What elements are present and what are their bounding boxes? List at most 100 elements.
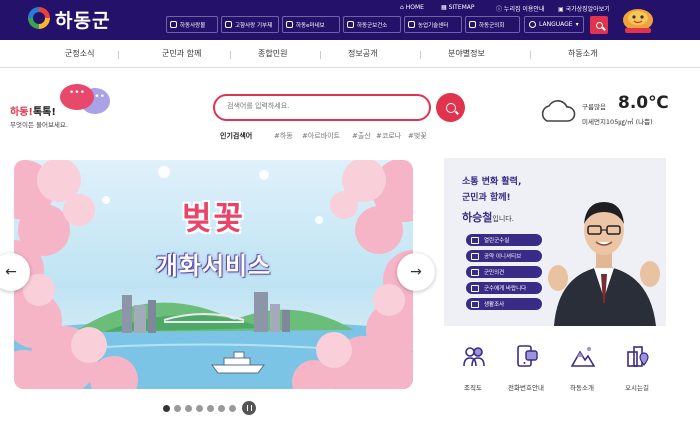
sitemap-link-label: SITEMAP (448, 4, 475, 11)
language-label: LANGUAGE (539, 21, 573, 28)
sitemap-link[interactable]: ▦ SITEMAP (441, 4, 475, 11)
site-logo-text[interactable]: 하동군 (55, 6, 110, 33)
site-header: 하동군 ⌂ HOME ▦ SITEMAP ⓘ 누리집 이용안내 ▣ 국가상징알아… (0, 0, 700, 40)
quick-agri-center-label: 농업기술센터 (418, 22, 449, 29)
banner-subtitle: 개화서비스 (155, 252, 272, 280)
quick-donation-label: 고향사랑 기부제 (235, 22, 273, 29)
banner-next-button[interactable]: → (397, 253, 435, 291)
guide-link[interactable]: ⓘ 누리집 이용안내 (496, 4, 544, 13)
pager-dot[interactable] (163, 404, 170, 412)
popular-keyword[interactable]: #아르바이트 (302, 131, 340, 141)
pager-dot[interactable] (174, 404, 181, 412)
temperature: 8.0℃ (618, 93, 669, 113)
quick-health-center-button[interactable]: 하동군보건소 (343, 16, 401, 33)
logo-icon[interactable] (28, 7, 50, 29)
pause-button[interactable] (242, 401, 256, 415)
nav-divider (420, 51, 421, 59)
nav-divider (118, 51, 119, 59)
location-icon (627, 346, 649, 367)
quick-agri-center-button[interactable]: 농업기술센터 (404, 16, 462, 33)
weather-condition: 구름많음 (582, 103, 606, 111)
chatbot-title-red: 하동! (10, 107, 33, 118)
leaf-icon (408, 21, 415, 28)
chatbot-title-dark: 톡톡! (32, 107, 56, 118)
nav-item-news[interactable]: 군정소식 (65, 48, 94, 59)
governor-slogan-line2: 군민과 함께! (462, 193, 511, 203)
mascot-icon (623, 9, 653, 33)
national-symbol-link[interactable]: ▣ 국가상징알아보기 (558, 4, 610, 13)
main-navigation: 군정소식 군민과 함께 종합민원 정보공개 분야별정보 하동소개 (0, 40, 700, 68)
popular-keyword[interactable]: #하동 (274, 131, 293, 141)
banner-title: 벚꽃 (182, 199, 245, 237)
quick-council-label: 하동군의회 (479, 22, 505, 29)
quick-org-chart[interactable]: 조직도 (448, 344, 498, 394)
pager-dot[interactable] (207, 404, 214, 412)
phone-directory-icon (517, 345, 538, 367)
governor-request-button[interactable]: 군수에게 바랍니다 (466, 282, 542, 294)
popular-keyword[interactable]: #출산 (352, 131, 371, 141)
globe-icon (529, 21, 536, 28)
council-icon (469, 21, 476, 28)
quick-directions-label: 오시는길 (625, 384, 649, 392)
governor-name-suffix: 입니다. (492, 215, 514, 223)
governor-slogan-line1: 소통 변화 활력, (462, 177, 522, 187)
quick-emaneubo-label: 하동e마네보 (296, 22, 325, 29)
pager-dot[interactable] (218, 404, 225, 412)
main-search-input[interactable] (227, 102, 417, 110)
governor-pledge-button[interactable]: 공약 이니셔티브 (466, 250, 542, 262)
language-select[interactable]: LANGUAGE ▾ (524, 16, 584, 33)
governor-panel: 소통 변화 활력, 군민과 함께! 하승철입니다. 열린군수실 공약 이니셔티브… (444, 158, 666, 326)
quick-health-center-label: 하동군보건소 (357, 22, 388, 29)
nav-divider (230, 51, 231, 59)
nav-item-disclosure[interactable]: 정보공개 (348, 48, 377, 59)
main-search-box (213, 94, 431, 121)
popular-keyword[interactable]: #코로나 (376, 131, 401, 141)
nav-divider (530, 51, 531, 59)
popular-keyword[interactable]: #벚꽃 (408, 131, 427, 141)
nav-item-civil-service[interactable]: 종합민원 (258, 48, 287, 59)
search-icon (445, 102, 456, 113)
governor-name: 하승철입니다. (462, 209, 514, 225)
heart-icon (225, 21, 232, 28)
guide-link-label: 누리집 이용안내 (503, 6, 545, 13)
chat-bubble-icon: ••• (60, 84, 94, 110)
nav-item-fields[interactable]: 분야별정보 (448, 48, 485, 59)
popular-keywords-label: 인기검색어 (220, 132, 253, 140)
quick-org-chart-label: 조직도 (464, 384, 482, 392)
nav-item-about[interactable]: 하동소개 (568, 48, 597, 59)
home-link[interactable]: ⌂ HOME (400, 4, 424, 11)
governor-photo (548, 202, 660, 326)
main-banner[interactable]: 벚꽃 개화서비스 (14, 160, 413, 389)
quick-council-button[interactable]: 하동군의회 (465, 16, 520, 33)
quick-phone-directory[interactable]: 전화번호안내 (501, 344, 551, 394)
governor-opinion-button[interactable]: 군민의견 (466, 266, 542, 278)
pause-icon (246, 405, 252, 411)
home-link-label: HOME (405, 4, 424, 11)
banner-pager (163, 401, 256, 415)
quick-directions[interactable]: 오시는길 (612, 344, 662, 394)
mountain-icon (571, 347, 595, 367)
pager-dot[interactable] (229, 404, 236, 412)
national-symbol-link-label: 국가상징알아보기 (565, 6, 610, 13)
fine-dust-status: 미세먼지105㎍/㎥ (나쁨) (582, 118, 653, 126)
quick-about-hadong-label: 하동소개 (570, 384, 594, 392)
quick-shop-button[interactable]: 하동사랑몰 (166, 16, 218, 33)
pager-dot[interactable] (185, 404, 192, 412)
org-chart-icon (463, 347, 485, 367)
governor-office-button[interactable]: 열린군수실 (466, 234, 542, 246)
search-icon (595, 21, 603, 29)
main-search-button[interactable] (436, 93, 465, 122)
pager-dot[interactable] (196, 404, 203, 412)
nav-item-citizens[interactable]: 군민과 함께 (162, 48, 201, 59)
quick-donation-button[interactable]: 고향사랑 기부제 (221, 16, 279, 33)
chatbot-title[interactable]: 하동!톡톡! (10, 103, 56, 118)
header-search-button[interactable] (590, 16, 608, 34)
house-icon (286, 21, 293, 28)
quick-about-hadong[interactable]: 하동소개 (557, 344, 607, 394)
nav-divider (320, 51, 321, 59)
governor-survey-button[interactable]: 생활조사 (466, 298, 542, 310)
quick-shop-label: 하동사랑몰 (180, 22, 206, 29)
quick-emaneubo-button[interactable]: 하동e마네보 (282, 16, 340, 33)
cloud-icon (541, 100, 576, 122)
arrow-left-icon: ← (5, 264, 17, 280)
